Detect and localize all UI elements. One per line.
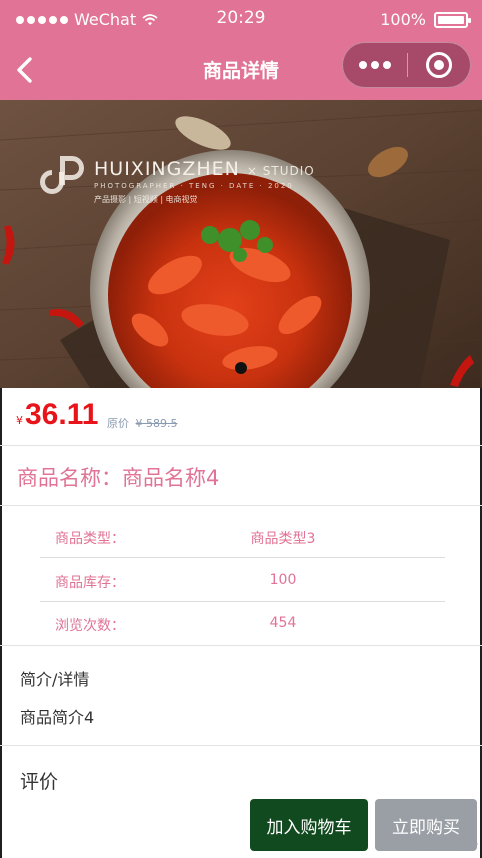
- current-price: ¥ 36.11: [16, 398, 98, 432]
- attribute-row-stock: 商品库存： 100: [40, 558, 445, 602]
- intro-body: 商品简介4: [20, 708, 95, 727]
- product-image-carousel[interactable]: HUIXINGZHEN × STUDIO PHOTOGRAPHER · TENG…: [0, 100, 482, 388]
- studio-name-text: HUIXINGZHEN: [94, 158, 240, 180]
- attribute-value: 100: [269, 572, 297, 588]
- currency-symbol: ¥: [16, 414, 23, 427]
- intro-section: 简介/详情 商品简介4: [0, 646, 482, 746]
- studio-logo-icon: [40, 156, 84, 194]
- attribute-value: 454: [269, 615, 297, 631]
- attribute-row-views: 浏览次数： 454: [40, 601, 445, 645]
- more-icon[interactable]: [343, 43, 407, 87]
- attribute-key: 商品类型：: [55, 531, 125, 547]
- product-attributes: 商品类型： 商品类型3 商品库存： 100 浏览次数： 454: [0, 506, 482, 646]
- status-bar: WeChat 20:29 100%: [0, 0, 482, 40]
- original-price: 原价 ¥ 589.5: [107, 415, 178, 431]
- original-price-value: ¥ 589.5: [135, 417, 178, 430]
- intro-heading: 简介/详情: [20, 670, 90, 689]
- add-to-cart-button[interactable]: 加入购物车: [250, 799, 368, 851]
- miniprogram-capsule: [342, 42, 471, 88]
- battery-icon: [434, 11, 471, 28]
- product-photo: [0, 100, 482, 388]
- close-miniprogram-button[interactable]: [408, 52, 470, 78]
- product-name: 商品名称：商品名称4: [17, 466, 220, 490]
- product-name-section: 商品名称：商品名称4: [0, 446, 482, 506]
- attribute-value: 商品类型3: [250, 531, 316, 547]
- carousel-indicator-dot[interactable]: [235, 362, 247, 374]
- csdn-watermark: CSDN @嘤er: [416, 841, 478, 852]
- status-right: 100%: [380, 10, 471, 29]
- review-heading: 评价: [20, 771, 59, 793]
- navigation-bar: 商品详情: [0, 40, 482, 100]
- attribute-key: 商品库存：: [55, 575, 125, 591]
- price-section: ¥ 36.11 原价 ¥ 589.5: [0, 388, 482, 446]
- header: WeChat 20:29 100% 商品详情: [0, 0, 482, 100]
- studio-suffix: × STUDIO: [246, 164, 315, 178]
- attribute-row-type: 商品类型： 商品类型3: [40, 514, 445, 558]
- studio-tags: 产品摄影 | 短视频 | 电商视觉: [94, 195, 198, 204]
- price-value: 36.11: [25, 398, 99, 431]
- attribute-key: 浏览次数：: [55, 618, 125, 634]
- battery-label: 100%: [380, 10, 426, 29]
- target-icon: [426, 52, 452, 78]
- original-price-label: 原价: [107, 417, 129, 430]
- studio-subtitle: PHOTOGRAPHER · TENG · DATE · 2020: [94, 182, 294, 190]
- studio-name: HUIXINGZHEN × STUDIO: [94, 158, 315, 180]
